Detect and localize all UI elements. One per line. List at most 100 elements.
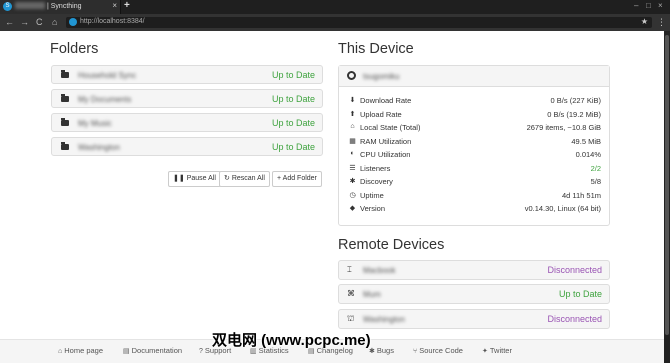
browser-tab[interactable]: S | Syncthing × [0, 0, 121, 14]
this-device-header[interactable]: tsugomiku [339, 66, 609, 87]
url-input[interactable]: http://localhost:8384/ ★ [66, 17, 652, 28]
browser-menu-icon[interactable]: ⋮ [657, 17, 666, 28]
forward-arrow-icon[interactable]: → [20, 17, 29, 27]
folder-icon [61, 94, 69, 102]
remote-device-name: Macbook [363, 266, 396, 275]
stat-upload-rate: ⬆ Upload Rate 0 B/s (19.2 MiB) [339, 108, 609, 122]
pause-all-label: Pause All [186, 175, 216, 182]
cpu-icon: ◐ [350, 150, 355, 157]
folder-name: Washington [78, 143, 120, 152]
window-maximize-icon[interactable]: □ [646, 1, 651, 10]
folders-title: Folders [50, 41, 99, 57]
tab-title: | Syncthing [15, 2, 82, 10]
new-tab-button[interactable]: + [124, 0, 130, 11]
rescan-all-label: Rescan All [231, 175, 265, 182]
bookmark-star-icon[interactable]: ★ [641, 17, 648, 26]
rescan-all-button[interactable]: ↻ Rescan All [219, 171, 270, 187]
book-icon: ▤ [123, 348, 130, 355]
stat-label: Upload Rate [360, 109, 402, 119]
folder-row[interactable]: My Music Up to Date [51, 113, 323, 132]
site-favicon-icon [69, 18, 77, 26]
question-icon: ? [199, 348, 203, 355]
stat-label: Listeners [360, 163, 391, 173]
folder-name: My Music [78, 119, 112, 128]
version-icon: ◆ [349, 205, 356, 212]
footer-link-home-page[interactable]: ⌂ Home page [58, 346, 103, 355]
folder-icon [61, 70, 69, 78]
folder-status: Up to Date [271, 142, 315, 152]
stat-value: 49.5 MiB [571, 136, 601, 146]
stat-label: Version [360, 204, 386, 213]
twitter-icon: ✦ [482, 348, 488, 355]
stat-label: Download Rate [360, 96, 412, 105]
stat-label: CPU Utilization [360, 150, 411, 159]
tab-title-blurred [15, 2, 45, 9]
footer-link-documentation[interactable]: ▤ Documentation [123, 346, 182, 355]
stat-value: 0 B/s (19.2 MiB) [547, 109, 601, 119]
device-identicon-icon: ⌘ [347, 289, 355, 298]
footer-link-twitter[interactable]: ✦ Twitter [482, 346, 512, 355]
stat-download-rate: ⬇ Download Rate 0 B/s (227 KiB) [339, 94, 609, 108]
home-icon[interactable]: ⌂ [52, 17, 57, 27]
listeners-icon: ☰ [349, 164, 356, 172]
download-icon: ⬇ [349, 97, 356, 104]
folder-row[interactable]: Household Sync Up to Date [51, 65, 323, 84]
pause-all-button[interactable]: ❚❚ Pause All [168, 171, 221, 187]
scrollbar-thumb[interactable] [665, 35, 669, 335]
folder-status: Up to Date [271, 118, 315, 128]
ram-icon: ▦ [349, 137, 356, 145]
stat-value: 0.014% [575, 150, 601, 159]
stat-value[interactable]: 5/8 [591, 177, 601, 186]
device-identicon-icon: ⛫ [347, 314, 355, 323]
folder-status: Up to Date [271, 94, 315, 104]
stat-version: ◆ Version v0.14.30, Linux (64 bit) [339, 202, 609, 216]
footer-link-label: Documentation [131, 346, 183, 355]
footer-link-bugs[interactable]: ✱ Bugs [369, 346, 394, 355]
window-close-icon[interactable]: × [658, 1, 663, 10]
code-fork-icon: ⑂ [413, 348, 418, 355]
folder-name: My Documents [78, 95, 132, 104]
stat-local-state: ⌂ Local State (Total) 2679 items, ~10.8 … [339, 121, 609, 135]
stat-value: v0.14.30, Linux (64 bit) [524, 204, 601, 213]
remote-device-name: Mum [363, 290, 381, 299]
refresh-icon: ↻ [224, 175, 230, 182]
pause-icon: ❚❚ [173, 175, 185, 182]
stat-value: 2679 items, ~10.8 GiB [526, 123, 601, 132]
folder-status: Up to Date [271, 70, 315, 80]
footer-link-label: Bugs [376, 346, 394, 355]
reload-icon[interactable]: C [36, 17, 43, 27]
page-scrollbar[interactable] [664, 31, 670, 363]
back-arrow-icon[interactable]: ← [5, 17, 14, 27]
url-text: http://localhost:8384/ [80, 18, 145, 25]
stat-value: 0 B/s (227 KiB) [550, 96, 601, 105]
stat-label: Local State (Total) [360, 123, 421, 132]
footer-link-label: Twitter [489, 346, 512, 355]
stat-label: Discovery [360, 177, 393, 186]
uptime-icon: ◷ [349, 191, 356, 199]
browser-address-bar: ← → C ⌂ http://localhost:8384/ ★ ⋮ [0, 14, 670, 31]
remote-device-row[interactable]: ⌶ Macbook Disconnected [338, 260, 610, 280]
remote-device-row[interactable]: ⌘ Mum Up to Date [338, 284, 610, 304]
syncthing-favicon-icon: S [3, 2, 12, 11]
stat-listeners: ☰ Listeners 2/2 [339, 162, 609, 176]
stat-cpu: ◐ CPU Utilization 0.014% [339, 148, 609, 162]
home-icon: ⌂ [350, 123, 355, 130]
folder-name: Household Sync [78, 71, 137, 80]
tab-close-icon[interactable]: × [112, 1, 117, 10]
stat-discovery: ✱ Discovery 5/8 [339, 175, 609, 189]
watermark-text: 双电网 (www.pcpc.me) [212, 332, 371, 349]
home-icon: ⌂ [58, 348, 63, 355]
stat-label: RAM Utilization [360, 136, 412, 146]
add-folder-button[interactable]: + Add Folder [272, 171, 322, 187]
remote-device-row[interactable]: ⛫ Washington Disconnected [338, 309, 610, 329]
remote-device-name: Washington [363, 315, 405, 324]
folder-icon [61, 118, 69, 126]
window-minimize-icon[interactable]: – [634, 1, 638, 10]
stat-value[interactable]: 2/2 [591, 164, 601, 173]
browser-tab-bar: S | Syncthing × + – □ × [0, 0, 670, 14]
footer-link-source-code[interactable]: ⑂ Source Code [413, 346, 463, 355]
folder-row[interactable]: My Documents Up to Date [51, 89, 323, 108]
discovery-icon: ✱ [349, 178, 356, 185]
folder-row[interactable]: Washington Up to Date [51, 137, 323, 156]
stat-label: Uptime [360, 190, 384, 200]
